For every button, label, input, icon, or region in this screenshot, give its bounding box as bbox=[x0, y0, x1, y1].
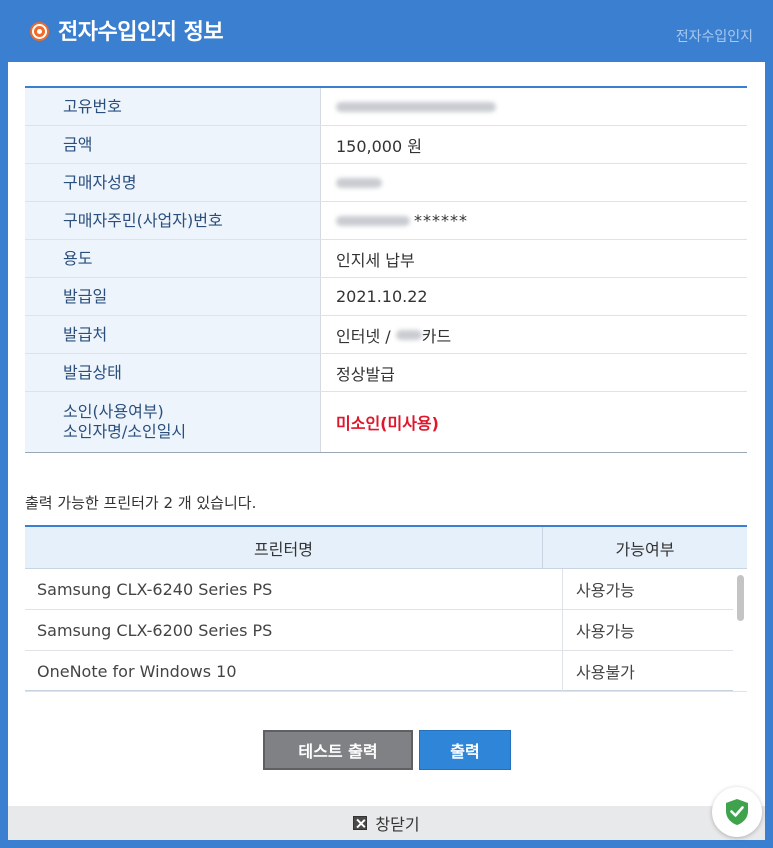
info-value bbox=[321, 88, 747, 125]
info-value: 150,000 원 bbox=[336, 136, 422, 156]
table-row[interactable]: OneNote for Windows 10 사용불가 bbox=[25, 651, 747, 692]
printer-name: Samsung CLX-6200 Series PS bbox=[25, 610, 563, 650]
title-bullet-icon bbox=[32, 24, 47, 39]
window-title-right: 전자수입인지 bbox=[675, 29, 753, 45]
test-print-button[interactable]: 테스트 출력 bbox=[263, 730, 413, 770]
info-row-purpose: 용도 인지세 납부 bbox=[25, 240, 747, 278]
info-row-issue-date: 발급일 2021.10.22 bbox=[25, 278, 747, 316]
info-label: 발급처 bbox=[25, 316, 321, 353]
info-label-line: 소인(사용여부) bbox=[63, 402, 164, 421]
info-label-line: 소인자명/소인일시 bbox=[63, 422, 187, 441]
info-label: 발급일 bbox=[25, 278, 321, 315]
printer-count-message: 출력 가능한 프린터가 2 개 있습니다. bbox=[25, 494, 257, 512]
issuer-suffix: 카드 bbox=[421, 326, 452, 346]
printer-status: 사용가능 bbox=[576, 581, 635, 600]
cancellation-status: 미소인(미사용) bbox=[336, 414, 439, 433]
shield-check-icon bbox=[726, 799, 748, 825]
content-panel: 고유번호 금액 150,000 원 구매자성명 구매자주민(사업자)번호 ***… bbox=[8, 62, 765, 806]
info-value: 2021.10.22 bbox=[336, 287, 428, 306]
column-header-printer-name: 프린터명 bbox=[25, 527, 543, 568]
info-label: 용도 bbox=[25, 240, 321, 277]
window-title: 전자수입인지 정보 bbox=[58, 20, 224, 45]
info-row-cancellation: 소인(사용여부) 소인자명/소인일시 미소인(미사용) bbox=[25, 392, 747, 452]
issuer-prefix: 인터넷 / bbox=[336, 326, 396, 346]
redacted-value bbox=[336, 177, 382, 188]
security-shield-icon[interactable] bbox=[712, 787, 762, 837]
close-window-button[interactable]: 창닫기 bbox=[8, 806, 765, 840]
info-label: 소인(사용여부) 소인자명/소인일시 bbox=[25, 392, 321, 452]
printer-name: OneNote for Windows 10 bbox=[25, 651, 563, 691]
printer-status: 사용가능 bbox=[576, 622, 635, 641]
printer-status: 사용불가 bbox=[576, 663, 635, 682]
info-label: 고유번호 bbox=[25, 88, 321, 125]
info-row-status: 발급상태 정상발급 bbox=[25, 354, 747, 392]
info-row-buyer-id: 구매자주민(사업자)번호 ****** bbox=[25, 202, 747, 240]
info-value: 인터넷 / 카드 bbox=[321, 316, 747, 353]
info-value: 인지세 납부 bbox=[336, 250, 415, 270]
table-row[interactable]: Samsung CLX-6240 Series PS 사용가능 bbox=[25, 569, 747, 610]
info-label: 구매자주민(사업자)번호 bbox=[25, 202, 321, 239]
printer-name: Samsung CLX-6240 Series PS bbox=[25, 569, 563, 609]
redacted-value bbox=[336, 101, 496, 112]
info-value: ****** bbox=[321, 202, 747, 239]
close-icon bbox=[353, 816, 368, 830]
printer-table-header: 프린터명 가능여부 bbox=[25, 527, 747, 569]
printer-list: Samsung CLX-6240 Series PS 사용가능 Samsung … bbox=[25, 569, 747, 692]
info-label: 발급상태 bbox=[25, 354, 321, 391]
column-header-availability: 가능여부 bbox=[615, 539, 675, 559]
info-value: 정상발급 bbox=[336, 364, 395, 384]
title-bar: 전자수입인지 정보 전자수입인지 bbox=[0, 0, 773, 64]
close-label: 창닫기 bbox=[375, 815, 420, 834]
info-label: 구매자성명 bbox=[25, 164, 321, 201]
masked-digits: ****** bbox=[414, 211, 468, 230]
info-row-buyer-name: 구매자성명 bbox=[25, 164, 747, 202]
info-row-issuer: 발급처 인터넷 / 카드 bbox=[25, 316, 747, 354]
redacted-value bbox=[395, 329, 422, 340]
window-bottom-border bbox=[0, 840, 773, 848]
print-button[interactable]: 출력 bbox=[419, 730, 511, 770]
printer-table: 프린터명 가능여부 Samsung CLX-6240 Series PS 사용가… bbox=[25, 525, 747, 692]
printer-list-scrollbar[interactable] bbox=[733, 569, 747, 691]
info-value bbox=[321, 164, 747, 201]
scrollbar-thumb[interactable] bbox=[737, 575, 744, 621]
info-row-amount: 금액 150,000 원 bbox=[25, 126, 747, 164]
stamp-info-table: 고유번호 금액 150,000 원 구매자성명 구매자주민(사업자)번호 ***… bbox=[25, 86, 747, 453]
info-label: 금액 bbox=[25, 126, 321, 163]
info-row-id: 고유번호 bbox=[25, 88, 747, 126]
redacted-value bbox=[336, 215, 410, 226]
table-row[interactable]: Samsung CLX-6200 Series PS 사용가능 bbox=[25, 610, 747, 651]
